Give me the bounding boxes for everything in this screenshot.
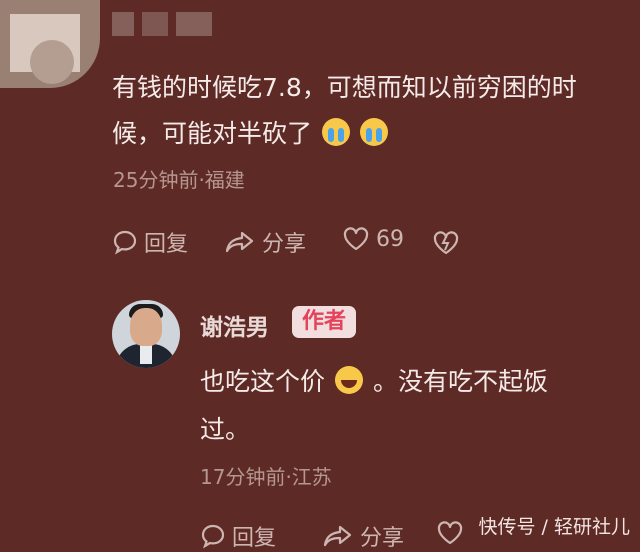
share-button[interactable]: 分享 xyxy=(322,520,404,552)
author-avatar[interactable] xyxy=(112,300,180,368)
share-label: 分享 xyxy=(262,232,307,257)
comment-bubble-icon xyxy=(201,524,225,549)
like-button[interactable]: 69 xyxy=(342,226,404,252)
share-arrow-icon xyxy=(225,231,254,253)
share-arrow-icon xyxy=(323,525,352,547)
reply-text-line: 也吃这个价 。没有吃不起饭 xyxy=(200,359,548,405)
comment-text: 候，可能对半砍了 xyxy=(112,119,313,148)
heart-icon xyxy=(343,227,369,251)
commenter-avatar-blurred[interactable] xyxy=(0,0,100,88)
reply-label: 回复 xyxy=(232,526,277,551)
comment-text-line: 有钱的时候吃7.8，可想而知以前穷困的时 xyxy=(112,73,577,102)
reply-button[interactable]: 回复 xyxy=(112,226,188,258)
commenter-name-blurred[interactable] xyxy=(112,12,212,36)
comment-bubble-icon xyxy=(113,230,137,255)
crying-face-emoji-icon xyxy=(322,118,351,146)
reply-label: 回复 xyxy=(144,232,189,257)
like-button[interactable] xyxy=(436,520,470,546)
crying-face-emoji-icon xyxy=(360,118,389,146)
dislike-button[interactable] xyxy=(432,230,466,256)
like-count: 69 xyxy=(376,226,404,252)
comment-text-line: 候，可能对半砍了 xyxy=(112,111,389,157)
watermark: 快传号 / 轻研社儿 xyxy=(478,516,630,538)
comment-time-location: 25分钟前·福建 xyxy=(113,168,245,192)
share-label: 分享 xyxy=(360,526,405,551)
broken-heart-icon xyxy=(433,231,459,255)
laughing-face-emoji-icon xyxy=(335,366,364,394)
author-name[interactable]: 谢浩男 xyxy=(200,308,269,342)
reply-text: 也吃这个价 xyxy=(200,367,326,396)
reply-button[interactable]: 回复 xyxy=(200,520,276,552)
reply-text: 。没有吃不起饭 xyxy=(373,367,549,396)
heart-icon xyxy=(437,521,463,545)
reply-text-line: 过。 xyxy=(200,415,251,444)
share-button[interactable]: 分享 xyxy=(224,226,306,258)
author-badge: 作者 xyxy=(292,306,357,338)
reply-time-location: 17分钟前·江苏 xyxy=(200,465,332,489)
